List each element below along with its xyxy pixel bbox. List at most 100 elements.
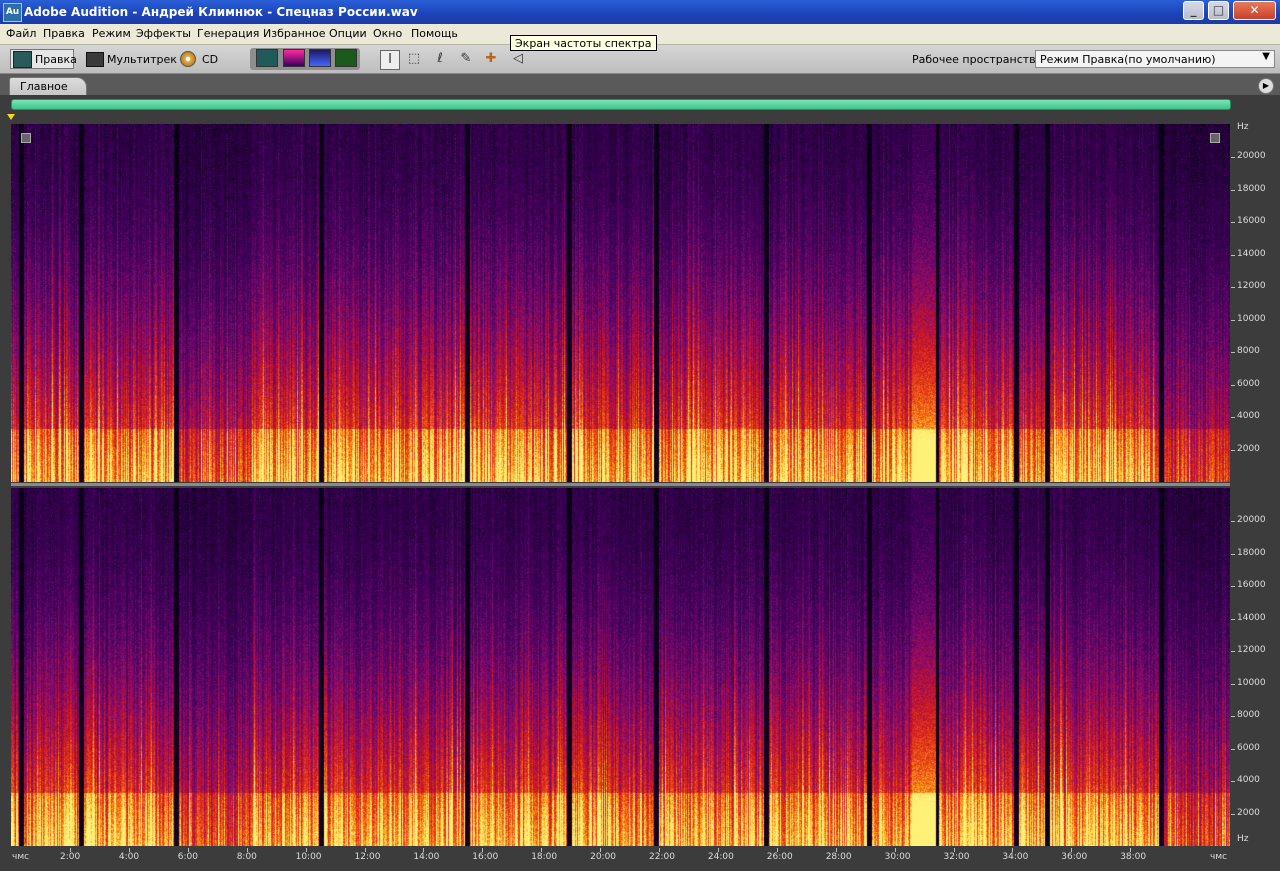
tab-main-label: Главное: [20, 80, 68, 93]
time-tick-label: 32:00: [943, 852, 970, 862]
workspace-select-value: Режим Правка(по умолчанию): [1040, 53, 1216, 66]
frequency-tick-label: 14000: [1237, 248, 1266, 259]
zoom-corner-right-icon[interactable]: [1210, 133, 1220, 143]
time-tick-label: 16:00: [472, 852, 499, 862]
time-tick-label: 30:00: [884, 852, 911, 862]
time-tick-label: 6:00: [177, 852, 199, 862]
frequency-tick-label: 18000: [1237, 547, 1266, 558]
workspace-select[interactable]: Режим Правка(по умолчанию) ▼: [1035, 50, 1275, 68]
frequency-tick-label: 10000: [1237, 677, 1266, 688]
time-tick-mark: [305, 848, 307, 852]
frequency-tick-label: 18000: [1237, 183, 1266, 194]
menu-mode[interactable]: Режим: [92, 27, 131, 40]
time-tick-mark: [187, 848, 189, 852]
window-title: Adobe Audition - Андрей Климнюк - Спецна…: [24, 5, 418, 19]
frequency-tick-label: 10000: [1237, 313, 1266, 324]
brush-tool-icon[interactable]: ✎: [457, 50, 475, 68]
frequency-ruler-top: Hz 20000 18000 16000 14000 12000 10000 8000 600…: [1231, 122, 1280, 482]
frequency-tick-mark: [1231, 189, 1235, 191]
menu-help[interactable]: Помощь: [411, 27, 458, 40]
frequency-tick-label: 6000: [1237, 742, 1260, 753]
frequency-tick-mark: [1231, 651, 1235, 652]
time-selection-tool-icon[interactable]: I: [380, 50, 400, 70]
spectrogram-channel-left[interactable]: [11, 124, 1230, 482]
edit-mode-button[interactable]: Правка: [10, 49, 77, 69]
frequency-tick-mark: [1231, 586, 1235, 587]
spectral-phase-display-icon[interactable]: [335, 49, 357, 67]
frequency-tick-mark: [1231, 417, 1235, 418]
spectral-frequency-display-icon[interactable]: [283, 49, 305, 67]
time-tick-mark: [717, 848, 719, 852]
time-tick-mark: [364, 848, 366, 852]
time-tick-mark: [659, 848, 660, 852]
maximize-button[interactable]: □: [1208, 1, 1229, 20]
time-tick-mark: [70, 848, 71, 852]
frequency-tick-label: 2000: [1237, 807, 1260, 818]
lasso-tool-icon[interactable]: ℓ: [431, 50, 449, 68]
time-tick-label: 28:00: [825, 852, 852, 862]
menu-effects[interactable]: Эффекты: [136, 27, 191, 40]
cd-icon: [180, 51, 196, 67]
waveform-display-icon[interactable]: [256, 49, 278, 67]
time-tick-label: 36:00: [1061, 852, 1088, 862]
multitrack-button[interactable]: Мультитрек: [107, 53, 177, 66]
time-unit-start-label: чмс: [12, 852, 30, 862]
panel-header: [0, 74, 1280, 95]
frequency-tick-mark: [1231, 521, 1235, 522]
time-tick-label: 4:00: [118, 852, 140, 862]
zoom-corner-left-icon[interactable]: [21, 133, 31, 143]
time-tick-label: 38:00: [1120, 852, 1147, 862]
close-button[interactable]: ✕: [1233, 1, 1276, 20]
time-tick-label: 10:00: [295, 852, 322, 862]
hz-unit-label: Hz: [1237, 122, 1249, 132]
minimize-button[interactable]: _: [1183, 1, 1204, 20]
frequency-tick-mark: [1231, 813, 1235, 815]
frequency-tick-mark: [1231, 254, 1235, 256]
time-tick-mark: [482, 848, 484, 852]
tab-main[interactable]: Главное: [9, 77, 87, 95]
time-tick-mark: [776, 848, 778, 852]
time-tick-mark: [894, 848, 896, 852]
frequency-tick-label: 12000: [1237, 645, 1266, 655]
menu-options[interactable]: Опции: [329, 27, 367, 40]
scrub-tool-icon[interactable]: ◁: [509, 50, 527, 68]
title-bar: Au Adobe Audition - Андрей Климнюк - Спе…: [0, 0, 1280, 24]
spectrogram-channel-right[interactable]: [11, 488, 1230, 846]
menu-generate[interactable]: Генерация: [197, 27, 259, 40]
frequency-tick-label: 2000: [1237, 443, 1260, 454]
time-ruler[interactable]: чмс чмс 2:00 4:00 6:00 8:00 10:00 12:00 14:00 1…: [0, 848, 1280, 871]
workspace-label: Рабочее пространство:: [912, 53, 1047, 66]
menu-file[interactable]: Файл: [6, 27, 36, 40]
panel-menu-icon[interactable]: ▶: [1258, 78, 1274, 94]
audition-app-icon[interactable]: Au: [3, 3, 22, 22]
time-unit-end-label: чмс: [1210, 852, 1228, 862]
frequency-tick-mark: [1231, 319, 1235, 321]
frequency-tick-mark: [1231, 716, 1235, 717]
time-tick-mark: [953, 848, 955, 852]
cd-button[interactable]: CD: [202, 53, 218, 66]
frequency-tick-label: 8000: [1237, 346, 1260, 356]
time-tick-label: 26:00: [766, 852, 793, 862]
time-tick-mark: [423, 848, 425, 852]
time-tick-mark: [1071, 848, 1073, 852]
time-tick-mark: [128, 848, 130, 852]
marquee-selection-tool-icon[interactable]: ⬚: [405, 50, 423, 68]
playhead-marker[interactable]: [7, 114, 15, 120]
frequency-tick-mark: [1231, 352, 1235, 353]
time-tick-mark: [541, 848, 543, 852]
time-tick-label: 18:00: [531, 852, 558, 862]
frequency-tick-mark: [1231, 157, 1235, 158]
menu-window[interactable]: Окно: [373, 27, 402, 40]
zoom-overview-bar[interactable]: [11, 99, 1231, 110]
frequency-tick-label: 20000: [1237, 151, 1266, 161]
spot-healing-tool-icon[interactable]: ✚: [482, 50, 500, 68]
menu-favorites[interactable]: Избранное: [263, 27, 325, 40]
frequency-tick-mark: [1231, 683, 1235, 685]
frequency-tick-label: 4000: [1237, 775, 1260, 785]
spectral-pan-display-icon[interactable]: [309, 49, 331, 67]
frequency-tick-mark: [1231, 287, 1235, 288]
frequency-tick-mark: [1231, 222, 1235, 223]
chevron-down-icon: ▼: [1262, 51, 1270, 62]
menu-edit[interactable]: Правка: [43, 27, 85, 40]
time-tick-mark: [1012, 848, 1014, 852]
